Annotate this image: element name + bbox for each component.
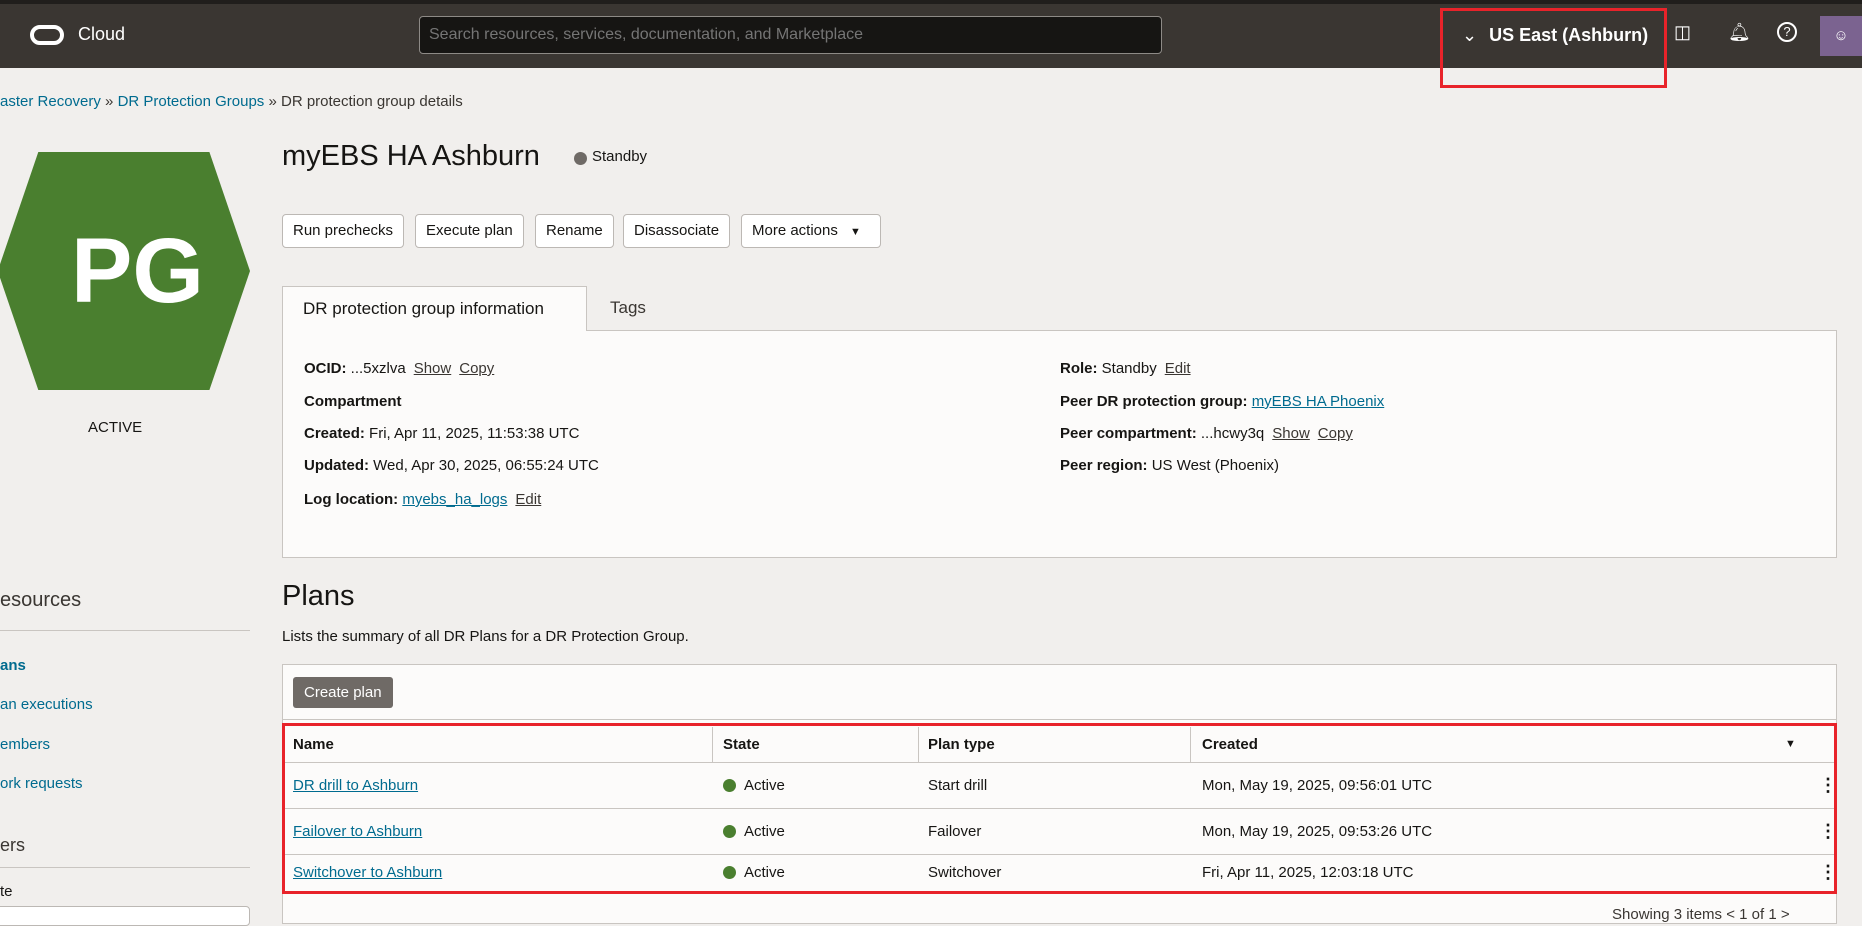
sidebar-item-plans[interactable]: ans: [0, 657, 26, 674]
kebab-menu-icon[interactable]: ⋮: [1819, 763, 1837, 808]
log-location-link[interactable]: myebs_ha_logs: [402, 491, 507, 508]
compartment-row: Compartment: [304, 393, 402, 410]
peer-copy-link[interactable]: Copy: [1318, 425, 1353, 442]
active-status-dot-icon: [723, 825, 736, 838]
disassociate-button[interactable]: Disassociate: [623, 214, 731, 248]
highlight-box: [1440, 8, 1667, 88]
caret-down-icon: ▼: [850, 226, 861, 238]
column-header-name[interactable]: Name: [293, 726, 334, 762]
plan-state: Active: [723, 853, 785, 892]
active-status-dot-icon: [723, 779, 736, 792]
bell-icon[interactable]: 🔔︎: [1728, 22, 1751, 43]
status-badge: Standby: [592, 148, 648, 165]
tab-information[interactable]: DR protection group information: [282, 286, 587, 331]
pagination-summary: Showing 3 items < 1 of 1 >: [1612, 906, 1790, 923]
chevron-down-icon: ⌄: [1462, 25, 1478, 45]
resources-heading: esources: [0, 589, 82, 611]
updated-row: Updated: Wed, Apr 30, 2025, 06:55:24 UTC: [304, 457, 599, 474]
column-header-created[interactable]: Created: [1202, 726, 1258, 762]
plans-description: Lists the summary of all DR Plans for a …: [282, 628, 689, 645]
run-prechecks-button[interactable]: Run prechecks: [282, 214, 405, 248]
create-plan-button[interactable]: Create plan: [293, 677, 393, 708]
kebab-menu-icon[interactable]: ⋮: [1819, 809, 1837, 854]
peer-compartment-row: Peer compartment: ...hcwy3q Show Copy: [1060, 425, 1353, 442]
kebab-menu-icon[interactable]: ⋮: [1819, 853, 1837, 892]
role-edit-link[interactable]: Edit: [1165, 360, 1191, 377]
plan-state: Active: [723, 809, 785, 854]
plan-created: Mon, May 19, 2025, 09:56:01 UTC: [1202, 777, 1433, 794]
column-divider: [712, 727, 713, 763]
plan-type: Switchover: [928, 864, 1002, 881]
breadcrumb: aster Recovery » DR Protection Groups » …: [0, 93, 463, 110]
divider: [283, 719, 1836, 720]
table-row: Failover to Ashburn Active Failover Mon,…: [283, 809, 1837, 855]
plan-created: Mon, May 19, 2025, 09:53:26 UTC: [1202, 823, 1433, 840]
breadcrumb-dr-protection-groups[interactable]: DR Protection Groups: [118, 93, 265, 110]
divider: [0, 867, 250, 868]
plan-name-link[interactable]: Failover to Ashburn: [293, 823, 422, 840]
plan-type: Start drill: [928, 777, 988, 794]
cloud-shell-icon[interactable]: ◫: [1674, 22, 1691, 43]
ocid-row: OCID: ...5xzlva Show Copy: [304, 360, 495, 377]
sidebar-item-work-requests[interactable]: ork requests: [0, 775, 83, 792]
region-selector[interactable]: ⌄ US East (Ashburn): [1462, 25, 1648, 46]
divider: [0, 630, 250, 631]
status-dot-icon: [574, 152, 587, 165]
region-label: US East (Ashburn): [1489, 25, 1649, 45]
resource-badge: PG: [0, 152, 250, 390]
execute-plan-button[interactable]: Execute plan: [415, 214, 524, 248]
table-header-row: Name State Plan type Created ▼: [283, 726, 1836, 763]
page-title: myEBS HA Ashburn: [282, 140, 540, 172]
sidebar-item-members[interactable]: embers: [0, 736, 50, 753]
log-location-row: Log location: myebs_ha_logs Edit: [304, 491, 542, 508]
ocid-show-link[interactable]: Show: [414, 360, 452, 377]
table-row: DR drill to Ashburn Active Start drill M…: [283, 763, 1837, 809]
plan-state-label: Active: [744, 777, 785, 794]
filter-state-label: te: [0, 883, 13, 900]
more-actions-label: More actions: [752, 222, 838, 239]
plan-created: Fri, Apr 11, 2025, 12:03:18 UTC: [1202, 864, 1414, 881]
peer-show-link[interactable]: Show: [1272, 425, 1310, 442]
peer-group-row: Peer DR protection group: myEBS HA Phoen…: [1060, 393, 1385, 410]
column-header-state[interactable]: State: [723, 726, 760, 762]
tab-tags[interactable]: Tags: [590, 286, 666, 331]
rename-button[interactable]: Rename: [535, 214, 614, 248]
oracle-logo-icon[interactable]: [30, 25, 64, 45]
more-actions-button[interactable]: More actions ▼: [741, 214, 881, 248]
log-edit-link[interactable]: Edit: [515, 491, 541, 508]
plan-state-label: Active: [744, 823, 785, 840]
plan-name-link[interactable]: Switchover to Ashburn: [293, 864, 442, 881]
brand-label[interactable]: Cloud: [78, 24, 125, 45]
table-row: Switchover to Ashburn Active Switchover …: [283, 853, 1837, 893]
breadcrumb-current: DR protection group details: [280, 93, 463, 110]
plan-name-link[interactable]: DR drill to Ashburn: [293, 777, 418, 794]
resource-state: ACTIVE: [88, 419, 143, 436]
column-divider: [918, 727, 919, 763]
help-icon[interactable]: ?: [1777, 22, 1797, 42]
peer-group-link[interactable]: myEBS HA Phoenix: [1252, 393, 1385, 410]
plans-heading: Plans: [282, 580, 355, 612]
created-row: Created: Fri, Apr 11, 2025, 11:53:38 UTC: [304, 425, 580, 442]
filters-heading: ers: [0, 835, 26, 855]
breadcrumb-disaster-recovery[interactable]: aster Recovery: [0, 93, 101, 110]
user-avatar-icon[interactable]: ☺: [1820, 16, 1862, 56]
sidebar-item-plan-executions[interactable]: an executions: [0, 696, 93, 713]
ocid-copy-link[interactable]: Copy: [459, 360, 494, 377]
plan-state-label: Active: [744, 864, 785, 881]
column-divider: [1190, 727, 1191, 763]
plan-type: Failover: [928, 823, 982, 840]
role-row: Role: Standby Edit: [1060, 360, 1191, 377]
active-status-dot-icon: [723, 866, 736, 879]
search-input[interactable]: [419, 16, 1162, 54]
column-header-plan-type[interactable]: Plan type: [928, 726, 995, 762]
sort-caret-icon[interactable]: ▼: [1785, 726, 1796, 762]
state-filter-select[interactable]: [0, 906, 250, 926]
peer-region-row: Peer region: US West (Phoenix): [1060, 457, 1279, 474]
plan-state: Active: [723, 763, 785, 808]
